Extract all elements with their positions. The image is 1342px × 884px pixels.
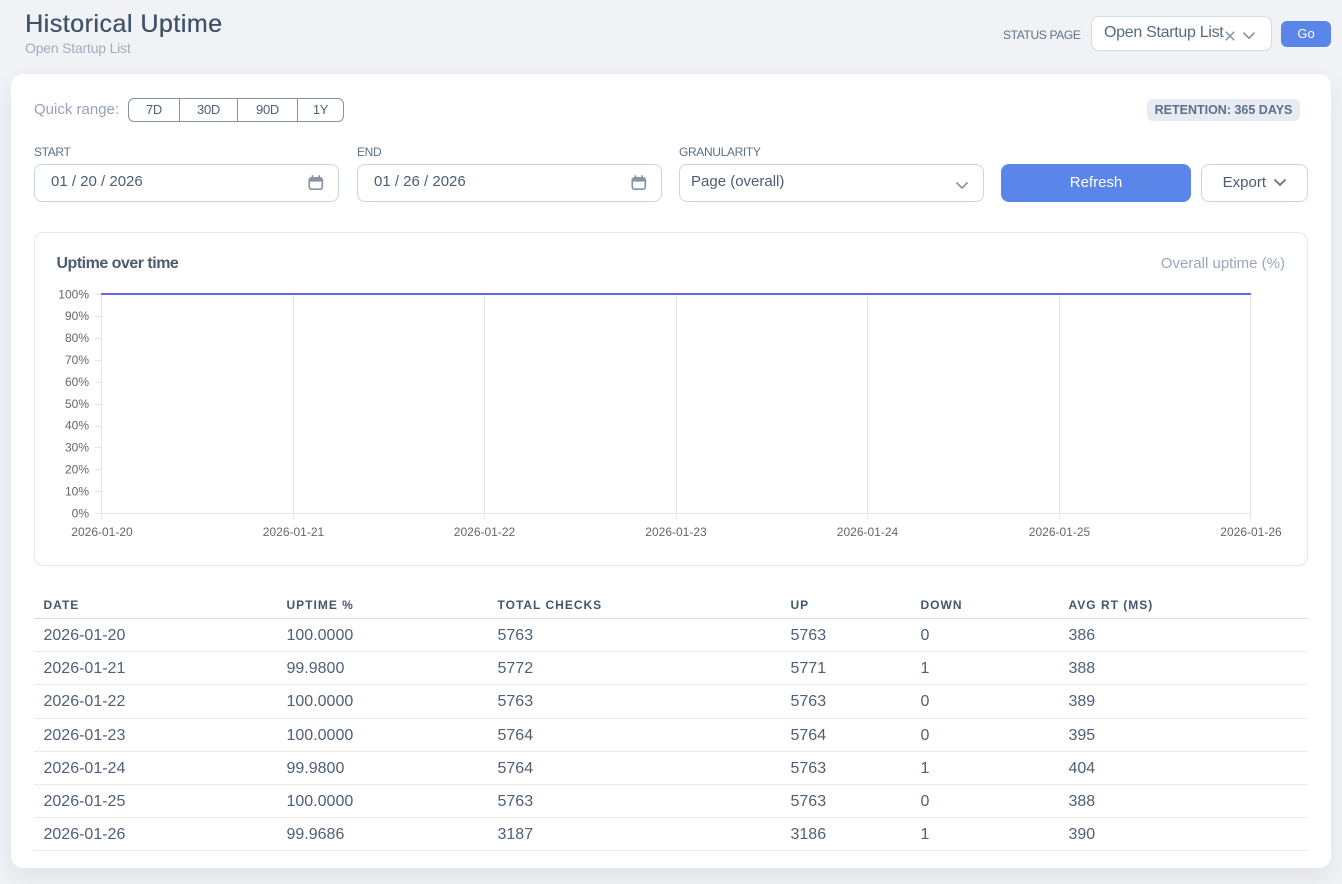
svg-text:2026-01-24: 2026-01-24 bbox=[837, 525, 899, 539]
svg-text:2026-01-26: 2026-01-26 bbox=[1220, 525, 1282, 539]
svg-text:20%: 20% bbox=[65, 463, 89, 477]
svg-text:80%: 80% bbox=[65, 331, 89, 345]
svg-text:70%: 70% bbox=[65, 353, 89, 367]
svg-text:2026-01-22: 2026-01-22 bbox=[454, 525, 516, 539]
svg-text:60%: 60% bbox=[65, 375, 89, 389]
svg-text:2026-01-23: 2026-01-23 bbox=[645, 525, 707, 539]
svg-text:40%: 40% bbox=[65, 419, 89, 433]
svg-text:10%: 10% bbox=[65, 484, 89, 498]
svg-text:2026-01-25: 2026-01-25 bbox=[1029, 525, 1091, 539]
svg-text:0%: 0% bbox=[72, 506, 90, 520]
svg-text:2026-01-21: 2026-01-21 bbox=[263, 525, 325, 539]
svg-text:30%: 30% bbox=[65, 441, 89, 455]
svg-text:100%: 100% bbox=[58, 287, 89, 301]
svg-text:50%: 50% bbox=[65, 397, 89, 411]
svg-text:2026-01-20: 2026-01-20 bbox=[71, 525, 133, 539]
svg-text:90%: 90% bbox=[65, 309, 89, 323]
